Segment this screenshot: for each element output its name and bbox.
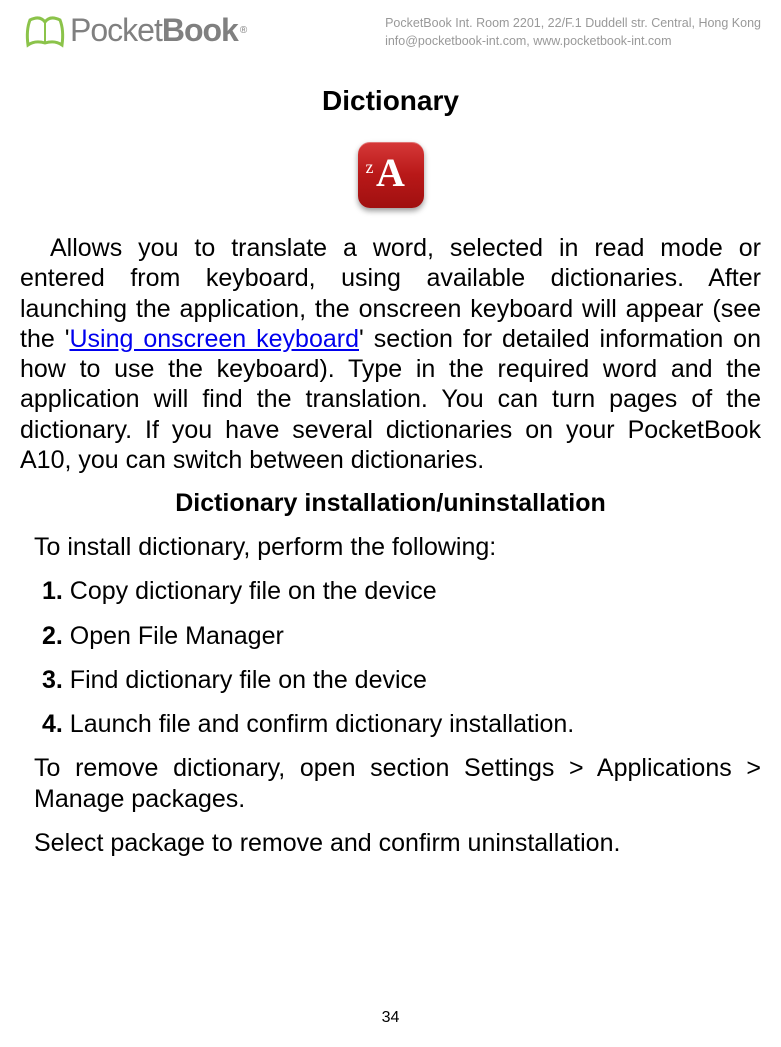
intro-paragraph: Allows you to translate a word, selected… bbox=[20, 233, 761, 475]
step-1: 1. Copy dictionary file on the device bbox=[20, 576, 761, 606]
install-intro: To install dictionary, perform the follo… bbox=[20, 532, 761, 562]
step-3: 3. Find dictionary file on the device bbox=[20, 665, 761, 695]
company-address: PocketBook Int. Room 2201, 22/F.1 Duddel… bbox=[385, 15, 761, 33]
pocketbook-logo: PocketBook® bbox=[20, 10, 247, 50]
page-title: Dictionary bbox=[0, 85, 781, 117]
select-paragraph: Select package to remove and confirm uni… bbox=[20, 828, 761, 858]
dictionary-app-icon: zA bbox=[358, 142, 424, 208]
remove-paragraph: To remove dictionary, open section Setti… bbox=[20, 753, 761, 814]
app-icon-container: zA bbox=[0, 142, 781, 208]
onscreen-keyboard-link[interactable]: Using onscreen keyboard bbox=[69, 325, 359, 353]
document-header: PocketBook® PocketBook Int. Room 2201, 2… bbox=[0, 0, 781, 55]
step-4: 4. Launch file and confirm dictionary in… bbox=[20, 709, 761, 739]
step-2: 2. Open File Manager bbox=[20, 621, 761, 651]
company-contact: info@pocketbook-int.com, www.pocketbook-… bbox=[385, 33, 761, 51]
logo-registered: ® bbox=[240, 25, 247, 36]
content-body: Allows you to translate a word, selected… bbox=[0, 233, 781, 858]
logo-icon bbox=[20, 10, 70, 50]
company-info: PocketBook Int. Room 2201, 22/F.1 Duddel… bbox=[385, 10, 761, 50]
logo-text: PocketBook bbox=[70, 12, 238, 49]
page-number: 34 bbox=[0, 1009, 781, 1027]
install-subtitle: Dictionary installation/uninstallation bbox=[20, 489, 761, 518]
